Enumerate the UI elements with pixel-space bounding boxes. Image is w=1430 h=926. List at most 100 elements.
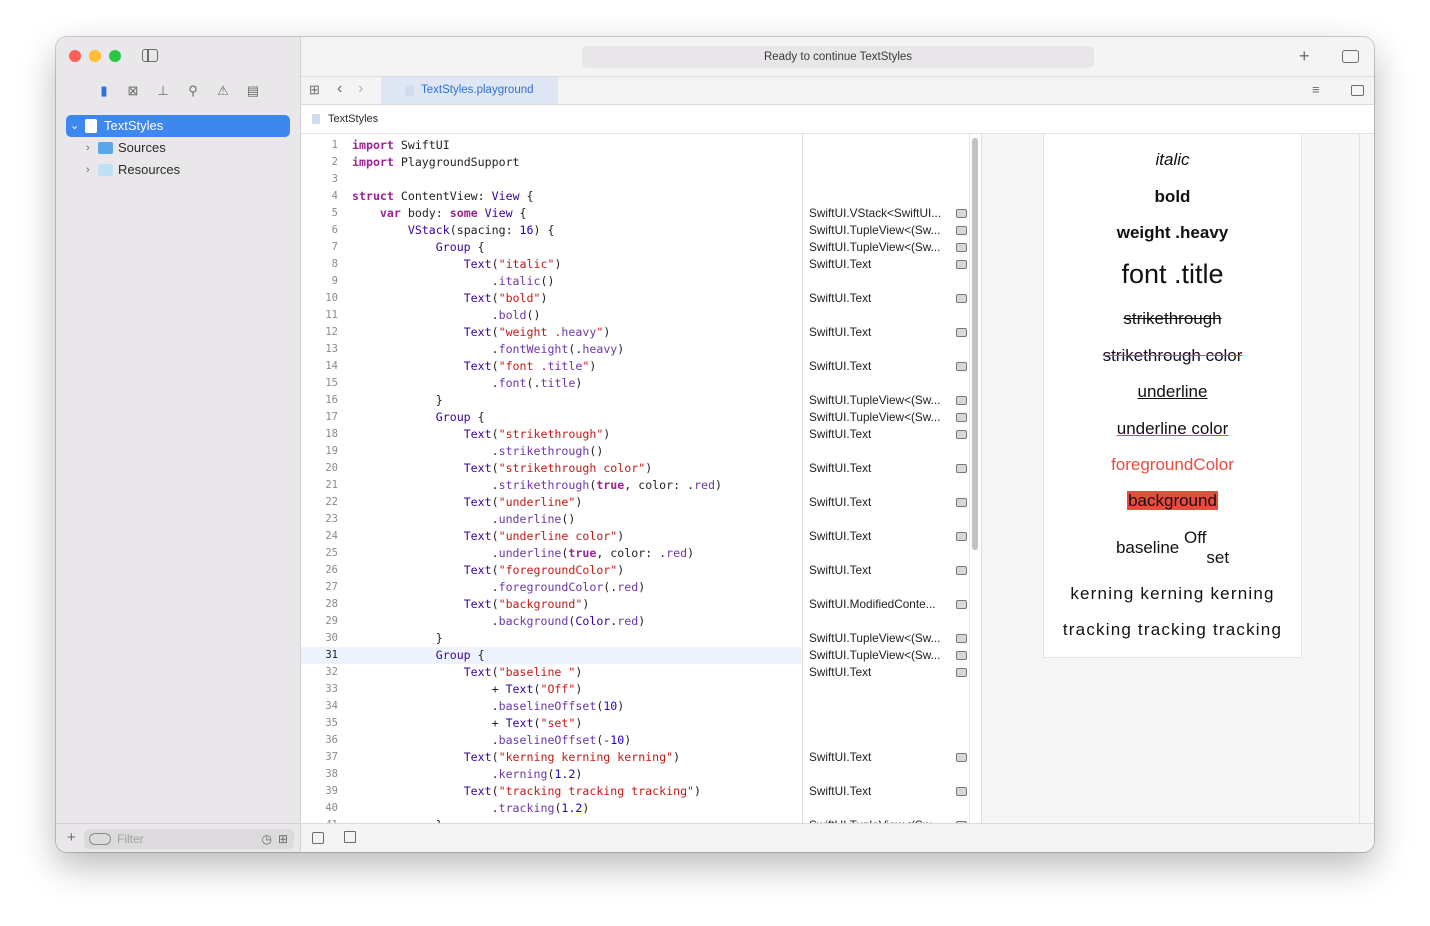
code-line[interactable]: 10 Text("bold") bbox=[301, 290, 802, 307]
code-text[interactable]: Group { bbox=[352, 239, 485, 256]
source-control-icon[interactable]: ⊠ bbox=[125, 83, 141, 99]
code-text[interactable]: Text("strikethrough") bbox=[352, 426, 611, 443]
code-line[interactable]: 27 .foregroundColor(.red) bbox=[301, 579, 802, 596]
code-text[interactable]: } bbox=[352, 630, 443, 647]
code-text[interactable]: Text("underline") bbox=[352, 494, 583, 511]
code-line[interactable]: 36 .baselineOffset(-10) bbox=[301, 732, 802, 749]
breadcrumb[interactable]: TextStyles bbox=[328, 105, 378, 133]
code-line[interactable]: 4 struct ContentView: View { bbox=[301, 188, 802, 205]
code-text[interactable]: Text("background") bbox=[352, 596, 590, 613]
code-line[interactable]: 6 VStack(spacing: 16) { bbox=[301, 222, 802, 239]
code-text[interactable]: .background(Color.red) bbox=[352, 613, 646, 630]
quick-look-icon[interactable] bbox=[956, 294, 967, 303]
quick-look-icon[interactable] bbox=[956, 532, 967, 541]
quick-look-icon[interactable] bbox=[956, 209, 967, 218]
quick-look-icon[interactable] bbox=[956, 566, 967, 575]
back-icon[interactable]: ‹ bbox=[337, 80, 342, 98]
code-text[interactable]: Text("italic") bbox=[352, 256, 562, 273]
code-line[interactable]: 12 Text("weight .heavy") bbox=[301, 324, 802, 341]
code-line[interactable]: 40 .tracking(1.2) bbox=[301, 800, 802, 817]
report-navigator-icon[interactable]: ▤ bbox=[245, 83, 261, 99]
stop-icon[interactable] bbox=[344, 831, 356, 843]
code-text[interactable]: Text("weight .heavy") bbox=[352, 324, 611, 341]
code-text[interactable]: } bbox=[352, 392, 443, 409]
code-text[interactable]: .foregroundColor(.red) bbox=[352, 579, 646, 596]
code-line[interactable]: 26 Text("foregroundColor") bbox=[301, 562, 802, 579]
chevron-right-icon[interactable]: › bbox=[86, 137, 90, 159]
tree-item-resources[interactable]: › Resources bbox=[66, 159, 290, 181]
code-text[interactable]: Text("underline color") bbox=[352, 528, 625, 545]
code-line[interactable]: 28 Text("background") bbox=[301, 596, 802, 613]
code-text[interactable]: var body: some View { bbox=[352, 205, 527, 222]
code-line[interactable]: 3 bbox=[301, 171, 802, 188]
code-line[interactable]: 24 Text("underline color") bbox=[301, 528, 802, 545]
code-text[interactable]: Text("kerning kerning kerning") bbox=[352, 749, 680, 766]
code-line[interactable]: 23 .underline() bbox=[301, 511, 802, 528]
code-line[interactable]: 35 + Text("set") bbox=[301, 715, 802, 732]
source-editor[interactable]: 1 import SwiftUI 2 import PlaygroundSupport… bbox=[301, 134, 802, 823]
minimize-window-button[interactable] bbox=[89, 50, 101, 62]
close-window-button[interactable] bbox=[69, 50, 81, 62]
code-line[interactable]: 1 import SwiftUI bbox=[301, 137, 802, 154]
code-line[interactable]: 21 .strikethrough(true, color: .red) bbox=[301, 477, 802, 494]
code-text[interactable]: Text("font .title") bbox=[352, 358, 597, 375]
code-text[interactable]: import PlaygroundSupport bbox=[352, 154, 520, 171]
code-text[interactable]: .strikethrough(true, color: .red) bbox=[352, 477, 722, 494]
code-text[interactable]: Text("foregroundColor") bbox=[352, 562, 625, 579]
code-line[interactable]: 2 import PlaygroundSupport bbox=[301, 154, 802, 171]
issue-navigator-icon[interactable]: ⚠ bbox=[215, 83, 231, 99]
quick-look-icon[interactable] bbox=[956, 600, 967, 609]
code-line[interactable]: 38 .kerning(1.2) bbox=[301, 766, 802, 783]
code-line[interactable]: 11 .bold() bbox=[301, 307, 802, 324]
code-text[interactable]: .italic() bbox=[352, 273, 555, 290]
code-text[interactable]: .baselineOffset(10) bbox=[352, 698, 625, 715]
sidebar-toggle-icon[interactable] bbox=[142, 49, 158, 62]
scrollbar-thumb[interactable] bbox=[972, 138, 978, 550]
inspector-toggle-icon[interactable] bbox=[1342, 50, 1359, 63]
code-line[interactable]: 37 Text("kerning kerning kerning") bbox=[301, 749, 802, 766]
code-text[interactable]: VStack(spacing: 16) { bbox=[352, 222, 555, 239]
code-line[interactable]: 30 } bbox=[301, 630, 802, 647]
code-line[interactable]: 34 .baselineOffset(10) bbox=[301, 698, 802, 715]
add-editor-icon[interactable] bbox=[1351, 85, 1364, 96]
tab-textstyles-playground[interactable]: TextStyles.playground bbox=[381, 77, 558, 104]
quick-look-icon[interactable] bbox=[956, 243, 967, 252]
adjust-editor-options-icon[interactable]: ≡ bbox=[1312, 82, 1320, 97]
code-line[interactable]: 22 Text("underline") bbox=[301, 494, 802, 511]
code-line[interactable]: 39 Text("tracking tracking tracking") bbox=[301, 783, 802, 800]
code-text[interactable]: .bold() bbox=[352, 307, 541, 324]
quick-look-icon[interactable] bbox=[956, 753, 967, 762]
code-text[interactable]: import SwiftUI bbox=[352, 137, 450, 154]
quick-look-icon[interactable] bbox=[956, 430, 967, 439]
code-line[interactable]: 25 .underline(true, color: .red) bbox=[301, 545, 802, 562]
code-line[interactable]: 31 Group { bbox=[301, 647, 802, 664]
filter-options-icon[interactable] bbox=[89, 833, 111, 845]
forward-icon[interactable]: › bbox=[358, 80, 363, 98]
filter-input[interactable]: Filter ◷ ⊞ bbox=[84, 829, 294, 849]
quick-look-icon[interactable] bbox=[956, 396, 967, 405]
code-text[interactable]: struct ContentView: View { bbox=[352, 188, 534, 205]
symbol-navigator-icon[interactable]: ⊥ bbox=[155, 83, 171, 99]
code-line[interactable]: 14 Text("font .title") bbox=[301, 358, 802, 375]
code-line[interactable]: 9 .italic() bbox=[301, 273, 802, 290]
quick-look-icon[interactable] bbox=[956, 413, 967, 422]
code-text[interactable]: Text("tracking tracking tracking") bbox=[352, 783, 701, 800]
code-text[interactable]: Text("bold") bbox=[352, 290, 548, 307]
code-line[interactable]: 7 Group { bbox=[301, 239, 802, 256]
code-text[interactable]: .strikethrough() bbox=[352, 443, 604, 460]
code-line[interactable]: 5 var body: some View { bbox=[301, 205, 802, 222]
project-navigator-icon[interactable]: ▮ bbox=[96, 83, 112, 99]
find-navigator-icon[interactable]: ⚲ bbox=[185, 83, 201, 99]
code-text[interactable]: .fontWeight(.heavy) bbox=[352, 341, 625, 358]
code-line[interactable]: 16 } bbox=[301, 392, 802, 409]
quick-look-icon[interactable] bbox=[956, 362, 967, 371]
zoom-window-button[interactable] bbox=[109, 50, 121, 62]
quick-look-icon[interactable] bbox=[956, 668, 967, 677]
code-text[interactable]: .kerning(1.2) bbox=[352, 766, 583, 783]
quick-look-icon[interactable] bbox=[956, 651, 967, 660]
recent-files-icon[interactable]: ◷ bbox=[262, 829, 272, 849]
grid-icon[interactable]: ⊞ bbox=[309, 82, 320, 98]
quick-look-icon[interactable] bbox=[956, 787, 967, 796]
quick-look-icon[interactable] bbox=[956, 226, 967, 235]
add-library-icon[interactable]: + bbox=[1299, 46, 1310, 67]
